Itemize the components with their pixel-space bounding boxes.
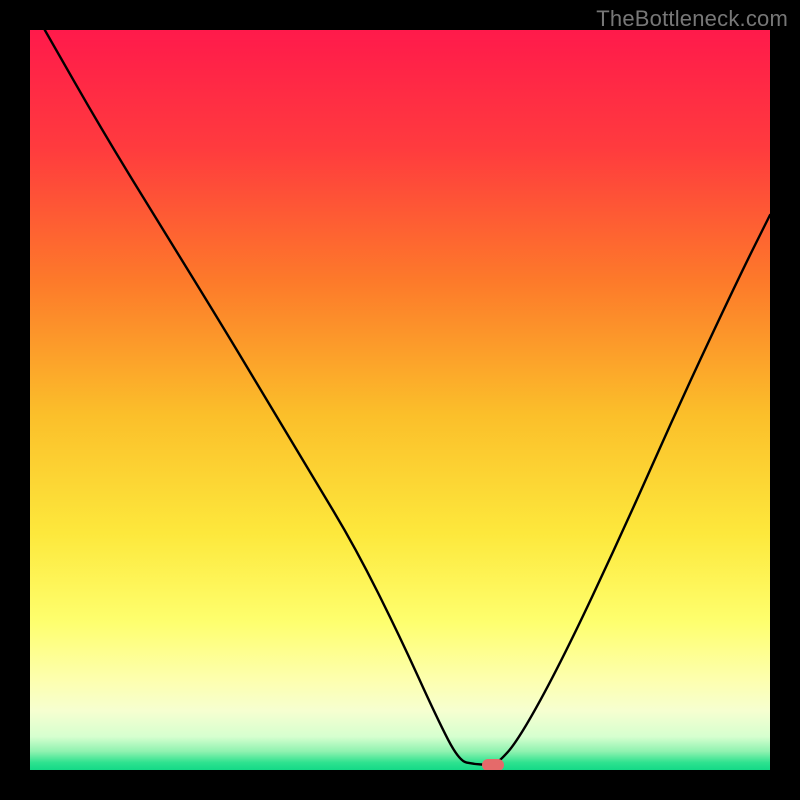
watermark-text: TheBottleneck.com (596, 6, 788, 32)
plot-area (30, 30, 770, 770)
optimal-marker (482, 759, 504, 770)
bottleneck-curve (30, 30, 770, 770)
chart-frame: TheBottleneck.com (0, 0, 800, 800)
